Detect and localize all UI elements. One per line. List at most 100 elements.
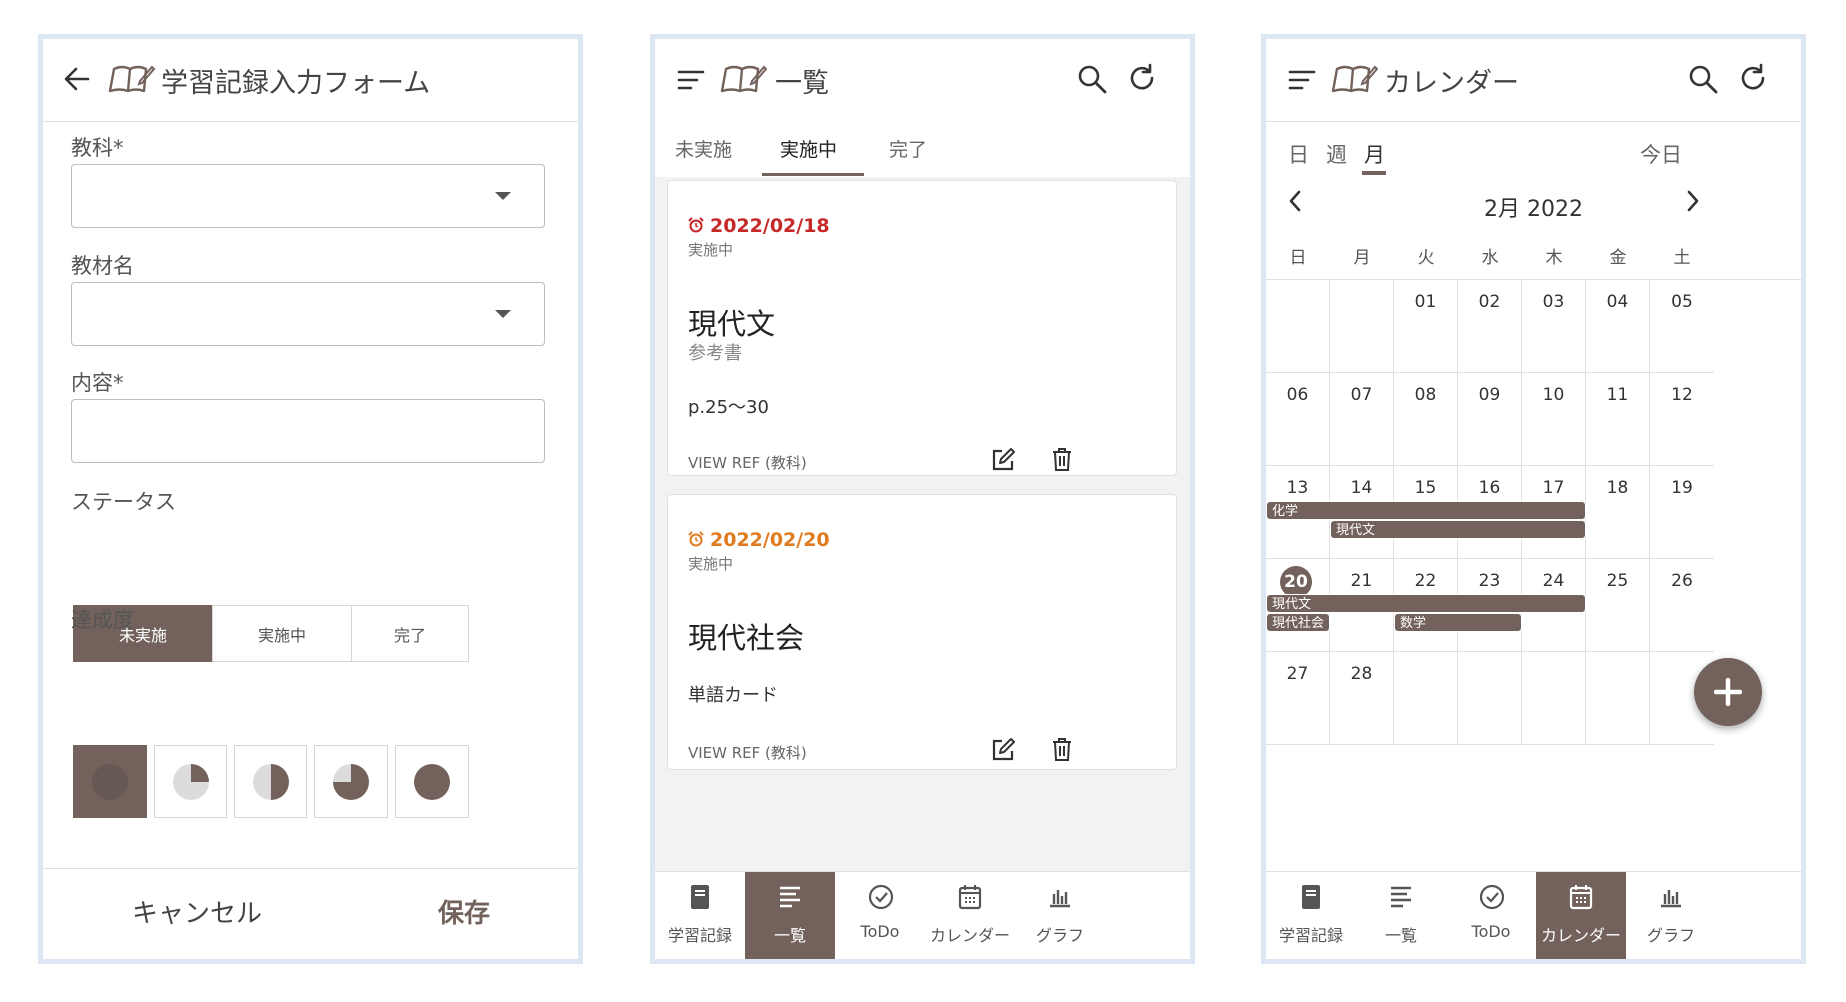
day-number: 25 (1606, 571, 1629, 591)
nav-item-list[interactable]: 一覧 (745, 872, 835, 959)
achievement-100-button[interactable] (395, 745, 469, 818)
calendar-day-cell[interactable]: 19 (1650, 466, 1714, 559)
nav-item-list[interactable]: 一覧 (1356, 872, 1446, 959)
calendar-day-cell[interactable] (1458, 652, 1522, 745)
calendar-day-cell[interactable]: 11 (1586, 373, 1650, 466)
form-app-bar: 学習記録入力フォーム (43, 39, 578, 122)
view-tab-day[interactable]: 日 (1288, 139, 1309, 169)
back-arrow-icon[interactable] (63, 65, 91, 93)
card-status: 実施中 (688, 241, 734, 259)
cancel-button[interactable]: キャンセル (132, 893, 262, 930)
edit-icon[interactable] (990, 737, 1016, 763)
card-subject: 現代社会 (688, 621, 805, 655)
view-tab-indicator (1362, 171, 1386, 175)
material-select[interactable] (71, 282, 545, 346)
check-circle-icon (868, 884, 894, 910)
view-tab-week[interactable]: 週 (1326, 139, 1347, 169)
calendar-app-bar: カレンダー (1266, 39, 1801, 122)
calendar-day-cell[interactable]: 26 (1650, 559, 1714, 652)
weekday-header: 日 (1289, 248, 1307, 268)
delete-icon[interactable] (1050, 736, 1074, 762)
day-number: 02 (1478, 292, 1501, 312)
bar-chart-icon (1661, 890, 1681, 908)
calendar-day-cell[interactable]: 02 (1458, 280, 1522, 373)
calendar-day-cell[interactable] (1394, 652, 1458, 745)
calendar-day-cell[interactable]: 12 (1650, 373, 1714, 466)
day-number: 12 (1671, 385, 1693, 405)
calendar-day-cell[interactable]: 27 (1266, 652, 1330, 745)
nav-item-graph[interactable]: グラフ (1015, 872, 1105, 959)
calendar-day-cell[interactable]: 05 (1650, 280, 1714, 373)
book-icon (1331, 65, 1378, 93)
month-grid: 01 02 03 04 05 06 07 08 09 10 11 12 13 14 15 16 17 18 19 20… (1266, 279, 1801, 745)
subject-select[interactable] (71, 164, 545, 228)
form-footer: キャンセル 保存 (43, 868, 578, 959)
event-bar[interactable]: 現代文 (1266, 594, 1586, 613)
nav-item-todo[interactable]: ToDo (835, 872, 925, 959)
subject-label: 教科* (71, 136, 124, 160)
view-ref-link[interactable]: VIEW REF (教科) (688, 452, 807, 473)
delete-icon[interactable] (1050, 446, 1074, 472)
calendar-day-cell[interactable]: 03 (1522, 280, 1586, 373)
view-ref-link[interactable]: VIEW REF (教科) (688, 742, 807, 763)
calendar-day-cell[interactable]: 18 (1586, 466, 1650, 559)
calendar-day-cell[interactable]: 08 (1394, 373, 1458, 466)
nav-item-records[interactable]: 学習記録 (1266, 872, 1356, 959)
calendar-day-cell[interactable]: 09 (1458, 373, 1522, 466)
achievement-25-button[interactable] (154, 745, 227, 818)
nav-item-todo[interactable]: ToDo (1446, 872, 1536, 959)
calendar-day-cell[interactable] (1522, 652, 1586, 745)
pie-half-icon (252, 763, 289, 800)
bottom-nav: 学習記録 一覧 ToDo カレンダー グラフ (655, 871, 1190, 959)
refresh-icon[interactable] (1127, 63, 1157, 93)
day-number: 08 (1414, 385, 1437, 405)
tab-indicator (762, 173, 864, 176)
menu-icon[interactable] (677, 68, 705, 92)
day-number: 06 (1286, 385, 1309, 405)
event-bar[interactable]: 数学 (1394, 613, 1522, 632)
nav-item-calendar[interactable]: カレンダー (1536, 872, 1626, 959)
card-material: 参考書 (688, 343, 742, 364)
calendar-day-cell[interactable] (1330, 280, 1394, 373)
tab-in-progress[interactable]: 実施中 (780, 135, 837, 162)
calendar-day-cell[interactable]: 10 (1522, 373, 1586, 466)
search-icon[interactable] (1077, 64, 1107, 94)
calendar-day-cell[interactable]: 07 (1330, 373, 1394, 466)
chevron-right-icon[interactable] (1684, 189, 1702, 213)
content-input[interactable] (71, 399, 545, 463)
achievement-0-button[interactable] (73, 745, 147, 818)
calendar-day-cell[interactable]: 28 (1330, 652, 1394, 745)
status-option-done[interactable]: 完了 (351, 605, 469, 662)
search-icon[interactable] (1688, 64, 1718, 94)
record-card[interactable]: 2022/02/20 実施中 現代社会 単語カード VIEW REF (教科) (667, 494, 1177, 770)
nav-item-calendar[interactable]: カレンダー (925, 872, 1015, 959)
day-number: 09 (1478, 385, 1501, 405)
refresh-icon[interactable] (1738, 63, 1768, 93)
card-date: 2022/02/18 (710, 215, 830, 237)
event-bar[interactable]: 現代文 (1330, 520, 1586, 539)
event-bar[interactable]: 化学 (1266, 501, 1586, 520)
achievement-75-button[interactable] (314, 745, 388, 818)
save-button[interactable]: 保存 (438, 893, 490, 930)
status-option-in-progress[interactable]: 実施中 (212, 605, 352, 662)
nav-item-records[interactable]: 学習記録 (655, 872, 745, 959)
add-button[interactable] (1694, 658, 1762, 726)
achievement-50-button[interactable] (234, 745, 307, 818)
weekday-header: 月 (1353, 248, 1371, 268)
calendar-day-cell[interactable]: 04 (1586, 280, 1650, 373)
calendar-day-cell[interactable] (1266, 280, 1330, 373)
view-tab-month[interactable]: 月 (1364, 139, 1385, 169)
calendar-day-cell[interactable]: 06 (1266, 373, 1330, 466)
menu-icon[interactable] (1288, 68, 1316, 92)
nav-label: ToDo (1471, 922, 1511, 941)
record-card[interactable]: 2022/02/18 実施中 現代文 参考書 p.25〜30 VIEW REF … (667, 180, 1177, 476)
calendar-day-cell[interactable]: 01 (1394, 280, 1458, 373)
today-button[interactable]: 今日 (1640, 139, 1682, 169)
event-bar[interactable]: 現代社会 (1266, 613, 1330, 632)
calendar-day-cell[interactable] (1586, 652, 1650, 745)
edit-icon[interactable] (990, 447, 1016, 473)
nav-item-graph[interactable]: グラフ (1626, 872, 1716, 959)
tab-done[interactable]: 完了 (889, 135, 927, 162)
calendar-day-cell[interactable]: 25 (1586, 559, 1650, 652)
tab-not-started[interactable]: 未実施 (675, 135, 732, 162)
